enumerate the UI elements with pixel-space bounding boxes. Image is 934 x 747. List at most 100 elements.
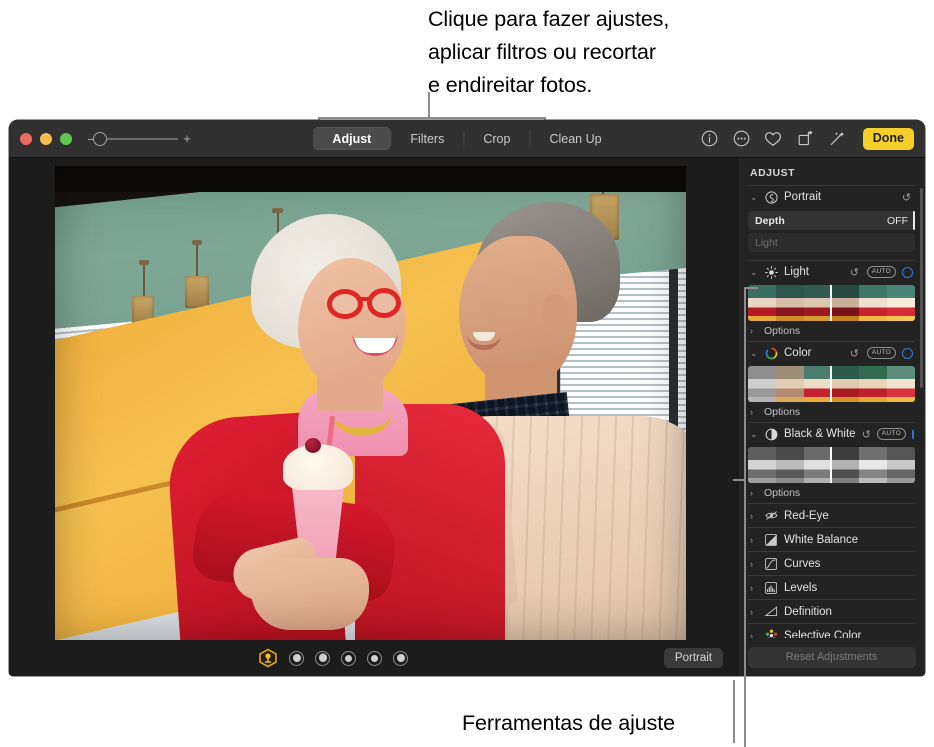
- enhance-wand-icon[interactable]: [828, 129, 847, 148]
- item-red-eye[interactable]: › Red-Eye: [748, 504, 915, 527]
- bw-auto-button[interactable]: AUTO: [877, 428, 906, 440]
- chevron-down-icon[interactable]: ⌄: [750, 429, 758, 440]
- section-portrait[interactable]: ⌄ Portrait ↺: [748, 186, 915, 208]
- stage-light-option[interactable]: [367, 651, 382, 666]
- levels-icon: [764, 582, 778, 594]
- chevron-right-icon[interactable]: ›: [750, 583, 758, 593]
- zoom-slider-track[interactable]: [100, 138, 178, 140]
- panel-footer: Reset Adjustments: [738, 638, 925, 676]
- tab-filters-label: Filters: [410, 132, 444, 146]
- portrait-light-slider-row[interactable]: Light: [748, 233, 915, 252]
- maximize-button[interactable]: [60, 133, 72, 145]
- light-toggle[interactable]: [902, 267, 913, 278]
- chevron-down-icon[interactable]: ⌄: [750, 267, 758, 278]
- lighting-effect-list[interactable]: [258, 648, 408, 668]
- photos-editor-window: – + Adjust Filters Crop: [9, 120, 925, 676]
- bw-filmstrip[interactable]: [748, 447, 915, 483]
- panel-scrollbar[interactable]: [920, 188, 923, 388]
- chevron-right-icon[interactable]: ›: [750, 511, 758, 521]
- bw-toggle[interactable]: [912, 429, 914, 440]
- tab-adjust-label: Adjust: [332, 132, 371, 146]
- minimize-button[interactable]: [40, 133, 52, 145]
- light-options-row[interactable]: › Options: [748, 322, 915, 341]
- revert-icon[interactable]: ↺: [848, 266, 861, 279]
- panel-title: ADJUST: [748, 158, 915, 185]
- light-filmstrip[interactable]: [748, 285, 915, 321]
- zoom-in-icon[interactable]: +: [183, 132, 191, 145]
- tab-clean-up[interactable]: Clean Up: [530, 127, 620, 150]
- revert-icon[interactable]: ↺: [848, 347, 861, 360]
- brightness-icon: [764, 266, 778, 279]
- bottom-callout-connector: [733, 479, 745, 481]
- definition-icon: [764, 606, 778, 617]
- depth-slider-row[interactable]: Depth OFF: [748, 211, 915, 230]
- tab-filters[interactable]: Filters: [391, 127, 463, 150]
- chevron-down-icon[interactable]: ⌄: [750, 192, 758, 203]
- chevron-right-icon[interactable]: ›: [750, 407, 758, 417]
- revert-icon[interactable]: ↺: [862, 428, 871, 441]
- chevron-right-icon[interactable]: ›: [750, 488, 758, 498]
- chevron-right-icon[interactable]: ›: [750, 326, 758, 336]
- depth-value: OFF: [887, 215, 908, 227]
- aperture-icon: [764, 191, 778, 204]
- edit-mode-segmented-control[interactable]: Adjust Filters Crop Clean Up: [313, 127, 620, 150]
- item-white-balance[interactable]: › White Balance: [748, 528, 915, 551]
- section-black-and-white-label: Black & White: [784, 428, 856, 440]
- bottom-annotation-text: Ferramentas de ajuste: [462, 707, 675, 740]
- portrait-lighting-cube[interactable]: [258, 648, 278, 668]
- chevron-right-icon[interactable]: ›: [750, 535, 758, 545]
- chevron-right-icon[interactable]: ›: [750, 559, 758, 569]
- top-annotation-text: Clique para fazer ajustes, aplicar filtr…: [428, 3, 669, 102]
- color-filmstrip[interactable]: [748, 366, 915, 402]
- zoom-slider-knob[interactable]: [93, 132, 107, 146]
- item-selective-color[interactable]: › Selective Color: [748, 624, 915, 638]
- color-auto-button[interactable]: AUTO: [867, 347, 896, 359]
- tab-adjust[interactable]: Adjust: [313, 127, 390, 150]
- studio-light-option[interactable]: [315, 651, 330, 666]
- depth-slider-handle[interactable]: [913, 211, 916, 230]
- section-portrait-label: Portrait: [784, 191, 894, 203]
- item-definition[interactable]: › Definition: [748, 600, 915, 623]
- stage-light-mono-option[interactable]: [393, 651, 408, 666]
- chevron-right-icon[interactable]: ›: [750, 631, 758, 639]
- tab-clean-up-label: Clean Up: [549, 132, 601, 146]
- tab-crop[interactable]: Crop: [464, 127, 529, 150]
- rotate-icon[interactable]: [796, 129, 815, 148]
- info-icon[interactable]: [700, 129, 719, 148]
- favorite-heart-icon[interactable]: [764, 129, 783, 148]
- more-options-icon[interactable]: [732, 129, 751, 148]
- revert-icon[interactable]: ↺: [900, 191, 913, 204]
- contour-light-option[interactable]: [341, 651, 356, 666]
- done-button[interactable]: Done: [863, 128, 914, 150]
- done-button-label: Done: [873, 131, 904, 145]
- natural-light-option[interactable]: [289, 651, 304, 666]
- item-curves[interactable]: › Curves: [748, 552, 915, 575]
- item-white-balance-label: White Balance: [784, 534, 858, 546]
- zoom-slider-control[interactable]: – +: [88, 132, 191, 145]
- light-auto-button[interactable]: AUTO: [867, 266, 896, 278]
- color-options-label: Options: [764, 406, 800, 418]
- adjust-panel-scroll[interactable]: ADJUST ⌄ Portrait ↺: [738, 158, 925, 638]
- section-color-label: Color: [784, 347, 842, 359]
- item-red-eye-label: Red-Eye: [784, 510, 829, 522]
- chevron-down-icon[interactable]: ⌄: [750, 348, 758, 359]
- reset-adjustments-button[interactable]: Reset Adjustments: [748, 647, 916, 668]
- depth-label: Depth: [755, 215, 887, 227]
- section-light[interactable]: ⌄ Lig: [748, 261, 915, 283]
- color-toggle[interactable]: [902, 348, 913, 359]
- photo-preview-image[interactable]: [55, 166, 686, 640]
- section-black-and-white[interactable]: ⌄ Black & White ↺ AUTO: [748, 423, 915, 445]
- item-levels[interactable]: › Levels: [748, 576, 915, 599]
- chevron-right-icon[interactable]: ›: [750, 607, 758, 617]
- light-options-label: Options: [764, 325, 800, 337]
- section-color[interactable]: ⌄ Color ↺ AUTO: [748, 342, 915, 364]
- section-light-label: Light: [784, 266, 842, 278]
- color-options-row[interactable]: › Options: [748, 403, 915, 422]
- item-levels-label: Levels: [784, 582, 817, 594]
- close-button[interactable]: [20, 133, 32, 145]
- red-eye-icon: [764, 510, 778, 521]
- bw-options-row[interactable]: › Options: [748, 484, 915, 503]
- portrait-badge[interactable]: Portrait: [664, 648, 723, 668]
- window-controls[interactable]: [20, 133, 72, 145]
- item-selective-color-label: Selective Color: [784, 630, 861, 639]
